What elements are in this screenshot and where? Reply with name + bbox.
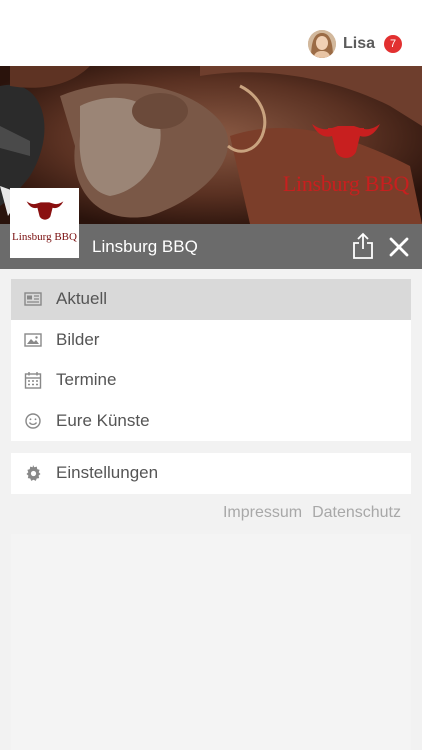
empty-content-area xyxy=(11,534,411,750)
menu-item-label: Einstellungen xyxy=(56,463,159,482)
newspaper-icon xyxy=(24,292,42,306)
hero-brand-text: Linsburg BBQ xyxy=(282,171,410,196)
image-icon xyxy=(24,332,42,347)
menu-item-termine[interactable]: Termine xyxy=(11,360,411,401)
menu-item-bilder[interactable]: Bilder xyxy=(11,320,411,361)
avatar[interactable] xyxy=(307,30,336,58)
logo-text: Linsburg BBQ xyxy=(12,231,77,243)
navigation-menu: Aktuell Bilder Termine Eure Künste xyxy=(11,279,411,441)
menu-item-label: Eure Künste xyxy=(56,410,150,430)
menu-item-eure-kuenste[interactable]: Eure Künste xyxy=(11,401,411,442)
user-profile[interactable]: Lisa 7 xyxy=(307,29,402,59)
gear-icon xyxy=(26,465,41,481)
close-icon[interactable] xyxy=(386,234,412,260)
impressum-link[interactable]: Impressum xyxy=(223,504,302,522)
menu-item-label: Bilder xyxy=(56,329,100,349)
menu-item-label: Termine xyxy=(56,370,117,389)
share-icon[interactable] xyxy=(350,232,376,260)
club-title: Linsburg BBQ xyxy=(92,237,198,256)
menu-item-einstellungen[interactable]: Einstellungen xyxy=(11,453,411,494)
calendar-icon xyxy=(24,372,42,389)
notification-badge[interactable]: 7 xyxy=(384,35,402,53)
smiley-icon xyxy=(25,412,41,429)
hero-brand-logo: Linsburg BBQ xyxy=(282,118,410,197)
club-logo[interactable]: Linsburg BBQ xyxy=(10,188,79,258)
bull-logo-icon xyxy=(26,201,63,220)
top-bar: Lisa 7 xyxy=(0,0,422,66)
menu-item-label: Aktuell xyxy=(56,289,108,308)
datenschutz-link[interactable]: Datenschutz xyxy=(312,504,401,522)
menu-item-aktuell[interactable]: Aktuell xyxy=(11,279,411,320)
bull-icon xyxy=(312,124,380,158)
footer-links: Impressum Datenschutz xyxy=(223,504,401,522)
user-name[interactable]: Lisa xyxy=(343,35,375,53)
